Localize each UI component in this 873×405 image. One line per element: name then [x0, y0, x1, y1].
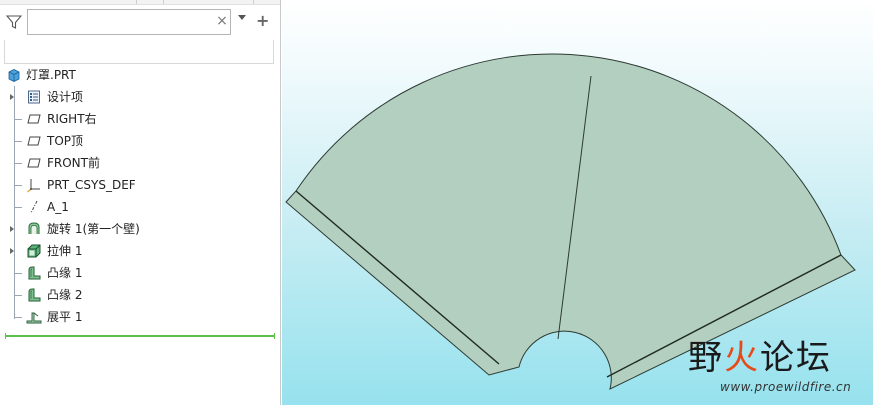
tree-header-blank: [4, 40, 274, 64]
tree-item-right-plane[interactable]: RIGHT右: [0, 108, 280, 130]
tree-item-label: TOP顶: [47, 134, 84, 148]
tree-item-extrude[interactable]: 拉伸 1: [0, 240, 280, 262]
graphics-window[interactable]: 野火论坛 www.proewildfire.cn: [282, 0, 873, 405]
tree-item-top-plane[interactable]: TOP顶: [0, 130, 280, 152]
watermark-logo: 野火论坛: [688, 330, 832, 379]
part-icon: [8, 69, 20, 82]
datum-axis-icon: [30, 200, 38, 214]
extrude-icon: [27, 244, 41, 258]
coordinate-system-icon: [27, 179, 40, 193]
tree-item-label: 展平 1: [47, 310, 83, 324]
watermark-fire-char: 火: [724, 338, 760, 378]
tree-branch-line: [14, 207, 22, 208]
tree-item-revolve[interactable]: 旋转 1(第一个壁): [0, 218, 280, 240]
tree-root-label: 灯罩.PRT: [26, 68, 76, 82]
revolve-wall-icon: [28, 222, 40, 234]
tree-item-front-plane[interactable]: FRONT前: [0, 152, 280, 174]
tree-item-flatten[interactable]: 展平 1: [0, 306, 280, 328]
tree-item-csys[interactable]: PRT_CSYS_DEF: [0, 174, 280, 196]
tree-item-label: 凸缘 2: [47, 288, 83, 302]
tree-item-flange-2[interactable]: 凸缘 2: [0, 284, 280, 306]
tree-item-label: 拉伸 1: [47, 244, 83, 258]
clear-icon[interactable]: ×: [215, 13, 229, 29]
tree-branch-line: [14, 185, 22, 186]
datum-plane-icon: [27, 158, 41, 168]
expand-arrow-icon[interactable]: [10, 226, 14, 232]
tree-branch-line: [14, 317, 22, 318]
tree-item-design-items[interactable]: 设计项: [0, 86, 280, 108]
datum-plane-icon: [27, 114, 41, 124]
design-items-icon: [28, 90, 40, 104]
add-icon[interactable]: +: [256, 11, 269, 30]
watermark-url: www.proewildfire.cn: [720, 380, 852, 394]
flange-icon: [28, 266, 41, 280]
watermark-char: 论坛: [760, 338, 832, 378]
tree-branch-line: [14, 163, 22, 164]
tree-root-item[interactable]: 灯罩.PRT: [0, 64, 280, 86]
tree-item-label: 旋转 1(第一个壁): [47, 222, 140, 236]
panel-top-strip: [0, 0, 280, 5]
tree-item-label: RIGHT右: [47, 112, 97, 126]
tree-item-label: 设计项: [47, 90, 84, 104]
expand-arrow-icon[interactable]: [10, 94, 14, 100]
tree-item-label: PRT_CSYS_DEF: [47, 178, 136, 192]
datum-plane-icon: [27, 136, 41, 146]
tree-item-axis[interactable]: A_1: [0, 196, 280, 218]
model-tree-panel: × + 灯罩.PRT 设计项 RIGHT右 TOP顶 FRONT前 PRT_CS…: [0, 0, 281, 405]
filter-icon[interactable]: [6, 14, 22, 30]
tree-item-label: FRONT前: [47, 156, 100, 170]
flatten-icon: [26, 312, 42, 324]
chevron-down-icon[interactable]: [238, 15, 246, 20]
tree-branch-line: [14, 295, 22, 296]
tree-branch-line: [14, 119, 22, 120]
tree-item-label: A_1: [47, 200, 69, 214]
tree-item-flange-1[interactable]: 凸缘 1: [0, 262, 280, 284]
tree-filter-row: × +: [0, 8, 280, 38]
insert-here-indicator[interactable]: [5, 333, 275, 339]
forum-watermark: 野火论坛 www.proewildfire.cn: [688, 330, 868, 402]
flange-icon: [28, 288, 41, 302]
watermark-char: 野: [688, 338, 724, 378]
tree-search-input[interactable]: [27, 9, 231, 35]
expand-arrow-icon[interactable]: [10, 248, 14, 254]
tree-branch-line: [14, 273, 22, 274]
tree-branch-line: [14, 141, 22, 142]
tree-item-label: 凸缘 1: [47, 266, 83, 280]
